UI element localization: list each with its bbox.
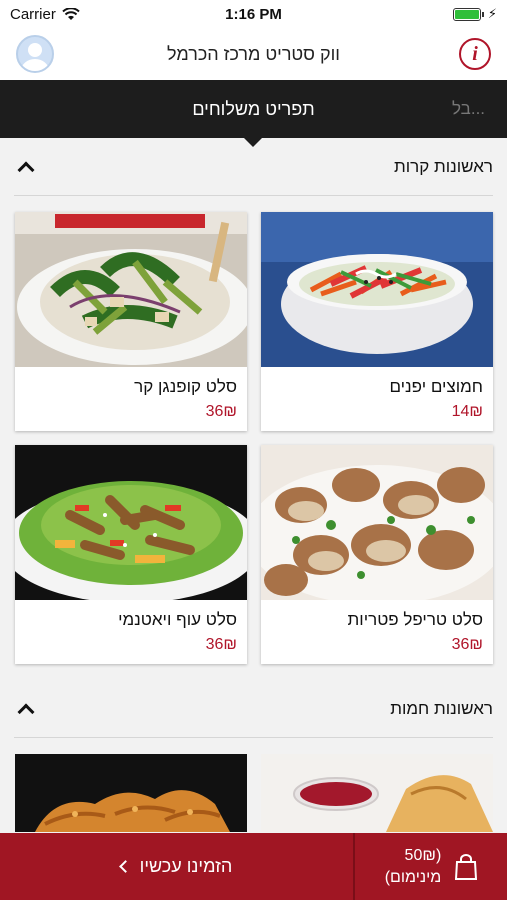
item-name: חמוצים יפנים [389, 377, 483, 396]
battery-icon [452, 7, 484, 21]
menu-item-card[interactable] [261, 754, 493, 832]
menu-item-card[interactable]: סלט קופנגן קר 36₪ [15, 212, 247, 431]
menu-item-card[interactable]: חמוצים יפנים 14₪ [261, 212, 493, 431]
page-title: ווק סטריט מרכז הכרמל [167, 43, 340, 64]
order-now-label: הזמינו עכשיו [139, 856, 233, 876]
menu-item-card[interactable]: סלט טריפל פטריות 36₪ [261, 445, 493, 664]
item-price: 36₪ [451, 636, 483, 653]
order-now-button[interactable]: הזמינו עכשיו [0, 833, 353, 900]
bottom-order-bar: הזמינו עכשיו (50₪ מינימום) [0, 833, 507, 900]
cart-minimum: (50₪ מינימום) [385, 845, 442, 889]
wifi-icon [62, 7, 80, 20]
tab-delivery-menu[interactable]: תפריט משלוחים [0, 99, 507, 120]
carrier-label: Carrier [10, 5, 56, 23]
chevron-up-icon[interactable] [17, 703, 35, 720]
item-price: 14₪ [451, 403, 483, 420]
minimum-label: מינימום) [384, 868, 442, 886]
item-name: סלט טריפל פטריות [347, 610, 483, 629]
section-title: ראשונות חמות [390, 698, 493, 718]
spring-roll-dip-image [261, 754, 493, 832]
chevron-left-icon [118, 860, 132, 873]
vietnamese-chicken-salad-image [15, 445, 247, 600]
menu-content[interactable]: ראשונות קרות חמוצים יפנים 14₪ סלט קופנגן… [0, 138, 507, 900]
info-icon: i [472, 42, 478, 65]
section-header-hot-starters[interactable]: ראשונות חמות [14, 680, 493, 738]
items-grid: חמוצים יפנים 14₪ סלט קופנגן קר 36₪ סלט ט… [0, 196, 507, 664]
app-header: ווק סטריט מרכז הכרמל i [0, 28, 507, 80]
japanese-pickles-image [261, 212, 493, 367]
avatar[interactable] [16, 35, 54, 73]
menu-tabs: תפריט משלוחים בל... [0, 80, 507, 147]
menu-item-card[interactable]: סלט עוף ויאטנמי 36₪ [15, 445, 247, 664]
status-bar: Carrier 1:16 PM ⚡ [0, 0, 507, 28]
section-title: ראשונות קרות [393, 156, 493, 176]
fried-chicken-strips-image [15, 754, 247, 832]
charging-icon: ⚡ [487, 6, 497, 21]
shopping-bag-icon [455, 853, 478, 880]
items-grid [0, 738, 507, 832]
carrier-group: Carrier [10, 6, 80, 23]
section-header-cold-starters[interactable]: ראשונות קרות [14, 138, 493, 196]
info-button[interactable]: i [459, 38, 491, 70]
triple-mushroom-salad-image [261, 445, 493, 600]
koh-phangan-salad-image [15, 212, 247, 367]
minimum-amount: (50₪ [404, 846, 442, 864]
chevron-up-icon[interactable] [17, 161, 35, 178]
item-name: סלט עוף ויאטנמי [118, 610, 237, 629]
tab-next[interactable]: בל... [452, 99, 485, 119]
menu-item-card[interactable] [15, 754, 247, 832]
user-icon [21, 43, 49, 71]
item-name: סלט קופנגן קר [134, 377, 237, 396]
cart-button[interactable]: (50₪ מינימום) [355, 833, 507, 900]
item-price: 36₪ [205, 636, 237, 653]
item-price: 36₪ [205, 403, 237, 420]
battery-group: ⚡ [452, 6, 497, 22]
